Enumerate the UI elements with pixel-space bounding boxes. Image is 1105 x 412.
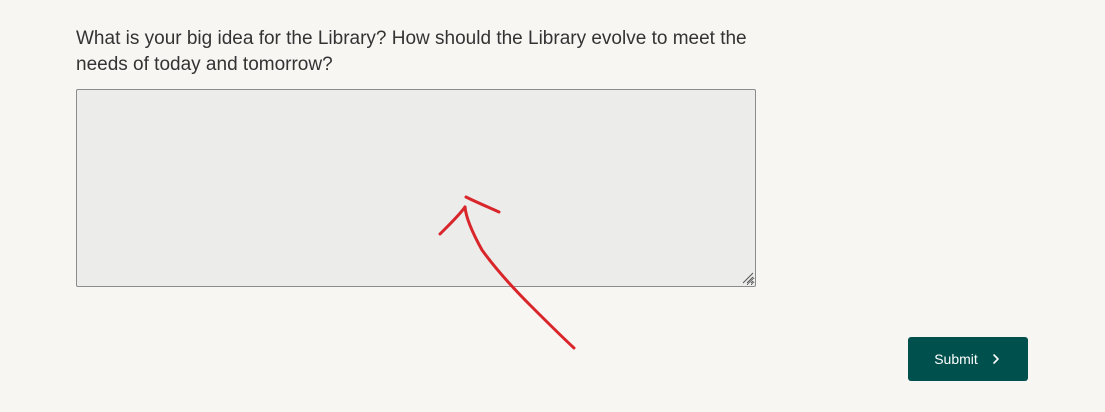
idea-text-area[interactable] [76,89,756,287]
chevron-right-icon [990,353,1002,365]
submit-button[interactable]: Submit [908,337,1028,381]
question-text: What is your big idea for the Library? H… [76,28,747,75]
submit-button-label: Submit [934,351,978,367]
